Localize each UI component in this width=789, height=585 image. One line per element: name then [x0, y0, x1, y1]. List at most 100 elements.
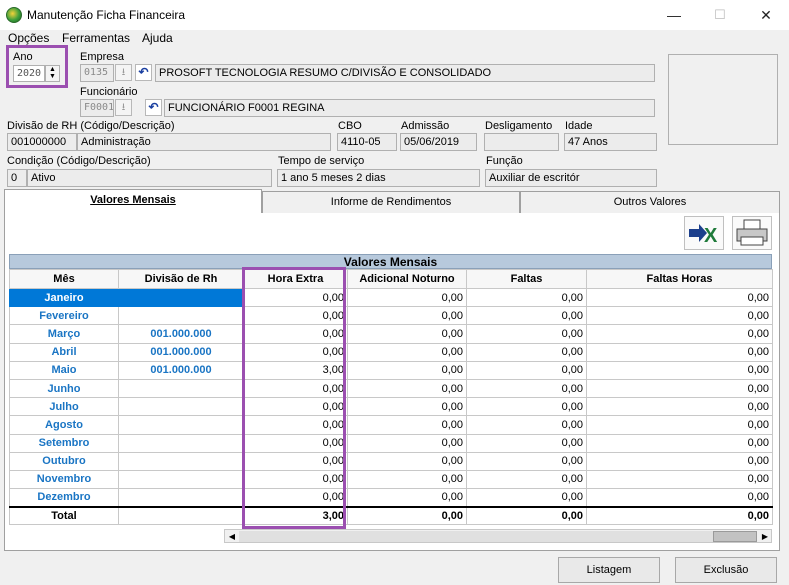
- divisao-cell[interactable]: [118, 415, 244, 435]
- faltas-cell[interactable]: 0,00: [466, 415, 587, 435]
- listagem-button[interactable]: Listagem: [558, 557, 660, 583]
- divisao-cell[interactable]: [118, 469, 244, 490]
- adicional-noturno-cell[interactable]: 0,00: [347, 287, 467, 308]
- faltas-cell[interactable]: 0,00: [466, 324, 587, 344]
- adicional-noturno-cell[interactable]: 0,00: [347, 433, 467, 453]
- tab-informe-rendimentos[interactable]: Informe de Rendimentos: [262, 191, 520, 213]
- col-header-faltas[interactable]: Faltas: [466, 269, 587, 289]
- faltas-cell[interactable]: 0,00: [466, 360, 587, 380]
- ano-spinner[interactable]: ▲ ▼: [45, 65, 60, 82]
- divisao-cell[interactable]: 001.000.000: [118, 342, 244, 362]
- faltas-horas-cell[interactable]: 0,00: [586, 324, 773, 344]
- minimize-button[interactable]: —: [651, 0, 697, 30]
- adicional-noturno-cell[interactable]: 0,00: [347, 488, 467, 508]
- faltas-cell[interactable]: 0,00: [466, 488, 587, 508]
- faltas-cell[interactable]: 0,00: [466, 287, 587, 308]
- month-cell[interactable]: Fevereiro: [9, 306, 119, 326]
- tab-valores-mensais[interactable]: Valores Mensais: [4, 189, 262, 213]
- month-cell[interactable]: Dezembro: [9, 488, 119, 508]
- faltas-horas-cell[interactable]: 0,00: [586, 378, 773, 399]
- month-cell[interactable]: Setembro: [9, 433, 119, 453]
- faltas-cell[interactable]: 0,00: [466, 397, 587, 417]
- download-icon[interactable]: ⭳: [115, 99, 132, 116]
- month-cell[interactable]: Abril: [9, 342, 119, 362]
- faltas-horas-cell[interactable]: 0,00: [586, 287, 773, 308]
- menu-ajuda[interactable]: Ajuda: [142, 30, 173, 46]
- col-header-adicional-noturno[interactable]: Adicional Noturno: [347, 269, 467, 289]
- adicional-noturno-cell[interactable]: 0,00: [347, 324, 467, 344]
- divisao-cell[interactable]: [118, 378, 244, 399]
- table-row[interactable]: Fevereiro 0,00 0,00 0,00 0,00: [9, 306, 773, 326]
- tab-outros-valores[interactable]: Outros Valores: [520, 191, 780, 213]
- divisao-cell[interactable]: [118, 397, 244, 417]
- spin-down-icon[interactable]: ▼: [46, 73, 59, 80]
- hora-extra-cell[interactable]: 0,00: [243, 488, 348, 508]
- table-row[interactable]: Setembro 0,00 0,00 0,00 0,00: [9, 433, 773, 453]
- ano-input[interactable]: 2020: [13, 65, 45, 82]
- month-cell[interactable]: Junho: [9, 378, 119, 399]
- faltas-horas-cell[interactable]: 0,00: [586, 360, 773, 380]
- adicional-noturno-cell[interactable]: 0,00: [347, 360, 467, 380]
- table-row[interactable]: Junho 0,00 0,00 0,00 0,00: [9, 378, 773, 399]
- hora-extra-cell[interactable]: 0,00: [243, 342, 348, 362]
- download-icon[interactable]: ⭳: [115, 64, 132, 81]
- hora-extra-cell[interactable]: 0,00: [243, 397, 348, 417]
- month-cell[interactable]: Janeiro: [9, 287, 119, 308]
- faltas-cell[interactable]: 0,00: [466, 342, 587, 362]
- funcionario-code-input[interactable]: F0001: [80, 99, 114, 117]
- table-row[interactable]: Julho 0,00 0,00 0,00 0,00: [9, 397, 773, 417]
- adicional-noturno-cell[interactable]: 0,00: [347, 306, 467, 326]
- empresa-code-input[interactable]: 0135: [80, 64, 114, 82]
- hora-extra-cell[interactable]: 0,00: [243, 306, 348, 326]
- faltas-cell[interactable]: 0,00: [466, 306, 587, 326]
- hora-extra-cell[interactable]: 0,00: [243, 469, 348, 490]
- hora-extra-cell[interactable]: 0,00: [243, 415, 348, 435]
- divisao-cell[interactable]: [118, 488, 244, 508]
- divisao-cell[interactable]: [118, 287, 244, 308]
- scroll-thumb[interactable]: [713, 531, 757, 542]
- adicional-noturno-cell[interactable]: 0,00: [347, 469, 467, 490]
- scroll-right-icon[interactable]: ▶: [759, 531, 771, 542]
- hora-extra-cell[interactable]: 3,00: [243, 360, 348, 380]
- adicional-noturno-cell[interactable]: 0,00: [347, 342, 467, 362]
- hora-extra-cell[interactable]: 0,00: [243, 433, 348, 453]
- month-cell[interactable]: Novembro: [9, 469, 119, 490]
- table-row[interactable]: Maio 001.000.000 3,00 0,00 0,00 0,00: [9, 360, 773, 380]
- scroll-track[interactable]: [239, 531, 719, 542]
- faltas-horas-cell[interactable]: 0,00: [586, 342, 773, 362]
- faltas-cell[interactable]: 0,00: [466, 469, 587, 490]
- col-header-faltas-horas[interactable]: Faltas Horas: [586, 269, 773, 289]
- adicional-noturno-cell[interactable]: 0,00: [347, 451, 467, 471]
- undo-icon[interactable]: ↶: [135, 64, 152, 81]
- maximize-button[interactable]: ☐: [697, 0, 743, 30]
- divisao-cell[interactable]: [118, 451, 244, 471]
- faltas-horas-cell[interactable]: 0,00: [586, 397, 773, 417]
- faltas-cell[interactable]: 0,00: [466, 433, 587, 453]
- divisao-cell[interactable]: [118, 433, 244, 453]
- month-cell[interactable]: Julho: [9, 397, 119, 417]
- print-button[interactable]: [732, 216, 772, 250]
- adicional-noturno-cell[interactable]: 0,00: [347, 415, 467, 435]
- month-cell[interactable]: Agosto: [9, 415, 119, 435]
- table-row[interactable]: Abril 001.000.000 0,00 0,00 0,00 0,00: [9, 342, 773, 362]
- adicional-noturno-cell[interactable]: 0,00: [347, 378, 467, 399]
- menu-ferramentas[interactable]: Ferramentas: [62, 30, 130, 46]
- divisao-cell[interactable]: 001.000.000: [118, 360, 244, 380]
- faltas-horas-cell[interactable]: 0,00: [586, 415, 773, 435]
- faltas-horas-cell[interactable]: 0,00: [586, 433, 773, 453]
- adicional-noturno-cell[interactable]: 0,00: [347, 397, 467, 417]
- table-row[interactable]: Agosto 0,00 0,00 0,00 0,00: [9, 415, 773, 435]
- table-row[interactable]: Dezembro 0,00 0,00 0,00 0,00: [9, 488, 773, 508]
- col-header-hora-extra[interactable]: Hora Extra: [243, 269, 348, 289]
- month-cell[interactable]: Março: [9, 324, 119, 344]
- table-row[interactable]: Outubro 0,00 0,00 0,00 0,00: [9, 451, 773, 471]
- hora-extra-cell[interactable]: 0,00: [243, 451, 348, 471]
- faltas-cell[interactable]: 0,00: [466, 378, 587, 399]
- table-row[interactable]: Março 001.000.000 0,00 0,00 0,00 0,00: [9, 324, 773, 344]
- horizontal-scrollbar[interactable]: ◀ ▶: [224, 529, 772, 543]
- hora-extra-cell[interactable]: 0,00: [243, 324, 348, 344]
- hora-extra-cell[interactable]: 0,00: [243, 378, 348, 399]
- excel-export-button[interactable]: X: [684, 216, 724, 250]
- faltas-cell[interactable]: 0,00: [466, 451, 587, 471]
- faltas-horas-cell[interactable]: 0,00: [586, 488, 773, 508]
